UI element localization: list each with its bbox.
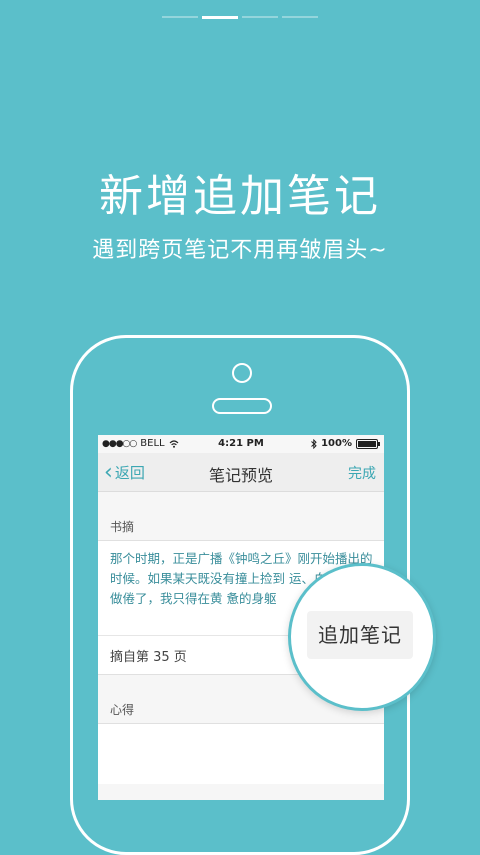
battery-icon <box>356 438 380 449</box>
append-note-button[interactable]: 追加笔记 <box>307 611 413 659</box>
magnifier-callout: 追加笔记 <box>288 563 436 711</box>
phone-camera <box>232 363 252 383</box>
notes-input-area[interactable] <box>98 723 384 784</box>
bluetooth-icon <box>311 438 317 449</box>
promo-headline: 新增追加笔记 <box>99 171 381 222</box>
navigation-bar: ‹ 返回 笔记预览 完成 <box>98 453 384 492</box>
page-title: 笔记预览 <box>208 466 273 485</box>
page-dot-active <box>202 15 238 19</box>
page-dot <box>162 16 198 18</box>
phone-speaker <box>212 398 272 414</box>
page-indicator <box>0 15 480 19</box>
promo-subline: 遇到跨页笔记不用再皱眉头~ <box>92 238 388 263</box>
excerpt-section-label: 书摘 <box>110 520 135 534</box>
battery-percent: 100% <box>321 438 352 449</box>
page-dot <box>242 16 278 18</box>
done-button[interactable]: 完成 <box>348 463 376 483</box>
page-dot <box>282 16 318 18</box>
status-bar: ●●●○○ BELL 4:21 PM 100% <box>98 435 384 453</box>
